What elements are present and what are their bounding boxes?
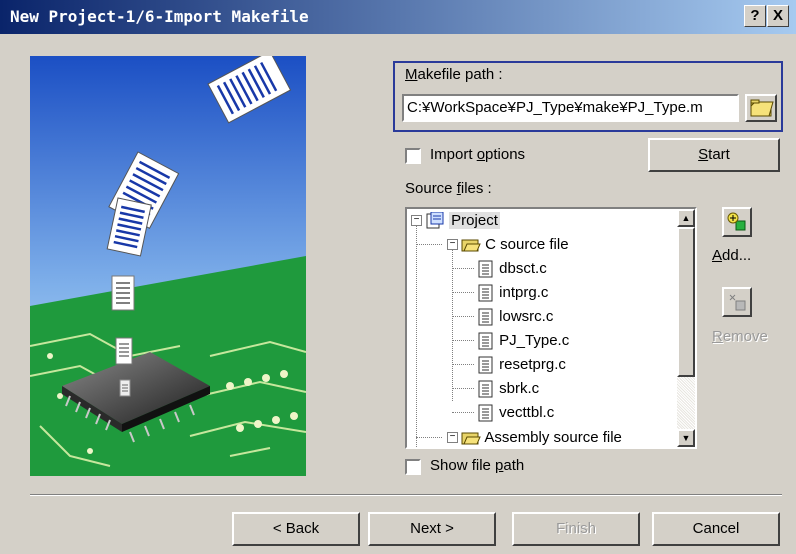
source-files-tree[interactable]: − − − Project C source file dbsct.c intp… [405,207,697,449]
file-icon [478,284,493,302]
file-icon [478,308,493,326]
tree-item-file[interactable]: dbsct.c [477,257,547,280]
scroll-thumb[interactable] [677,227,695,377]
browse-folder-button[interactable] [745,94,777,122]
tree-label-file: sbrk.c [499,380,540,397]
tree-label-assembly: Assembly source file [484,429,622,446]
collapse-project-icon[interactable]: − [411,215,422,226]
next-button[interactable]: Next > [368,512,496,546]
show-file-path-checkbox[interactable] [405,459,421,475]
tree-label-file: lowsrc.c [499,308,554,325]
makefile-path-label: Makefile path : [405,66,503,83]
cancel-button[interactable]: Cancel [652,512,780,546]
tree-item-file[interactable]: sbrk.c [477,377,539,400]
collapse-c-source-icon[interactable]: − [447,239,458,250]
add-file-icon [727,212,746,231]
tree-item-file[interactable]: PJ_Type.c [477,329,569,352]
tree-item-file[interactable]: resetprg.c [477,353,566,376]
window-title: New Project-1/6-Import Makefile [10,7,309,26]
file-icon [478,332,493,350]
add-file-button[interactable] [722,207,752,237]
remove-file-button[interactable] [722,287,752,317]
source-files-label: Source files : [405,180,492,197]
tree-label-file: intprg.c [499,284,549,301]
tree-scrollbar[interactable]: ▲ ▼ [677,209,695,447]
back-button[interactable]: < Back [232,512,360,546]
tree-item-c-source[interactable]: C source file [461,233,569,256]
file-icon [478,404,493,422]
folder-open-icon [461,432,481,445]
tree-label-c-source: C source file [485,236,569,253]
tree-label-project: Project [449,212,500,229]
tree-label-file: dbsct.c [499,260,547,277]
import-options-checkbox[interactable] [405,148,421,164]
remove-label: Remove [712,328,768,345]
close-button[interactable]: X [767,5,789,27]
import-makefile-dialog: New Project-1/6-Import Makefile ? X Make… [0,0,796,554]
show-file-path-label: Show file path [430,457,525,474]
collapse-assembly-icon[interactable]: − [447,432,458,443]
tree-item-file[interactable]: vecttbl.c [477,401,554,424]
tree-label-file: vecttbl.c [499,404,555,421]
remove-file-icon [729,294,746,311]
file-icon [478,260,493,278]
file-icon [478,380,493,398]
wizard-illustration [30,56,306,476]
tree-label-file: PJ_Type.c [499,332,570,349]
tree-item-file[interactable]: intprg.c [477,281,548,304]
import-options-label: Import options [430,146,526,163]
tree-item-project[interactable]: Project [425,209,500,232]
tree-label-file: resetprg.c [499,356,566,373]
makefile-path-field[interactable]: C:¥WorkSpace¥PJ_Type¥make¥PJ_Type.m [402,94,739,122]
folder-icon [750,99,774,117]
add-label[interactable]: Add... [712,247,751,264]
start-button[interactable]: Start [648,138,780,172]
finish-button: Finish [512,512,640,546]
tree-item-file[interactable]: lowsrc.c [477,305,553,328]
title-bar[interactable]: New Project-1/6-Import Makefile ? X [0,0,796,34]
help-button[interactable]: ? [744,5,766,27]
project-icon [426,212,444,229]
footer-separator [30,494,782,496]
scroll-up-icon[interactable]: ▲ [677,209,695,227]
scroll-down-icon[interactable]: ▼ [677,429,695,447]
file-icon [478,356,493,374]
folder-open-icon [461,239,481,252]
tree-item-assembly[interactable]: Assembly source file [461,426,622,447]
